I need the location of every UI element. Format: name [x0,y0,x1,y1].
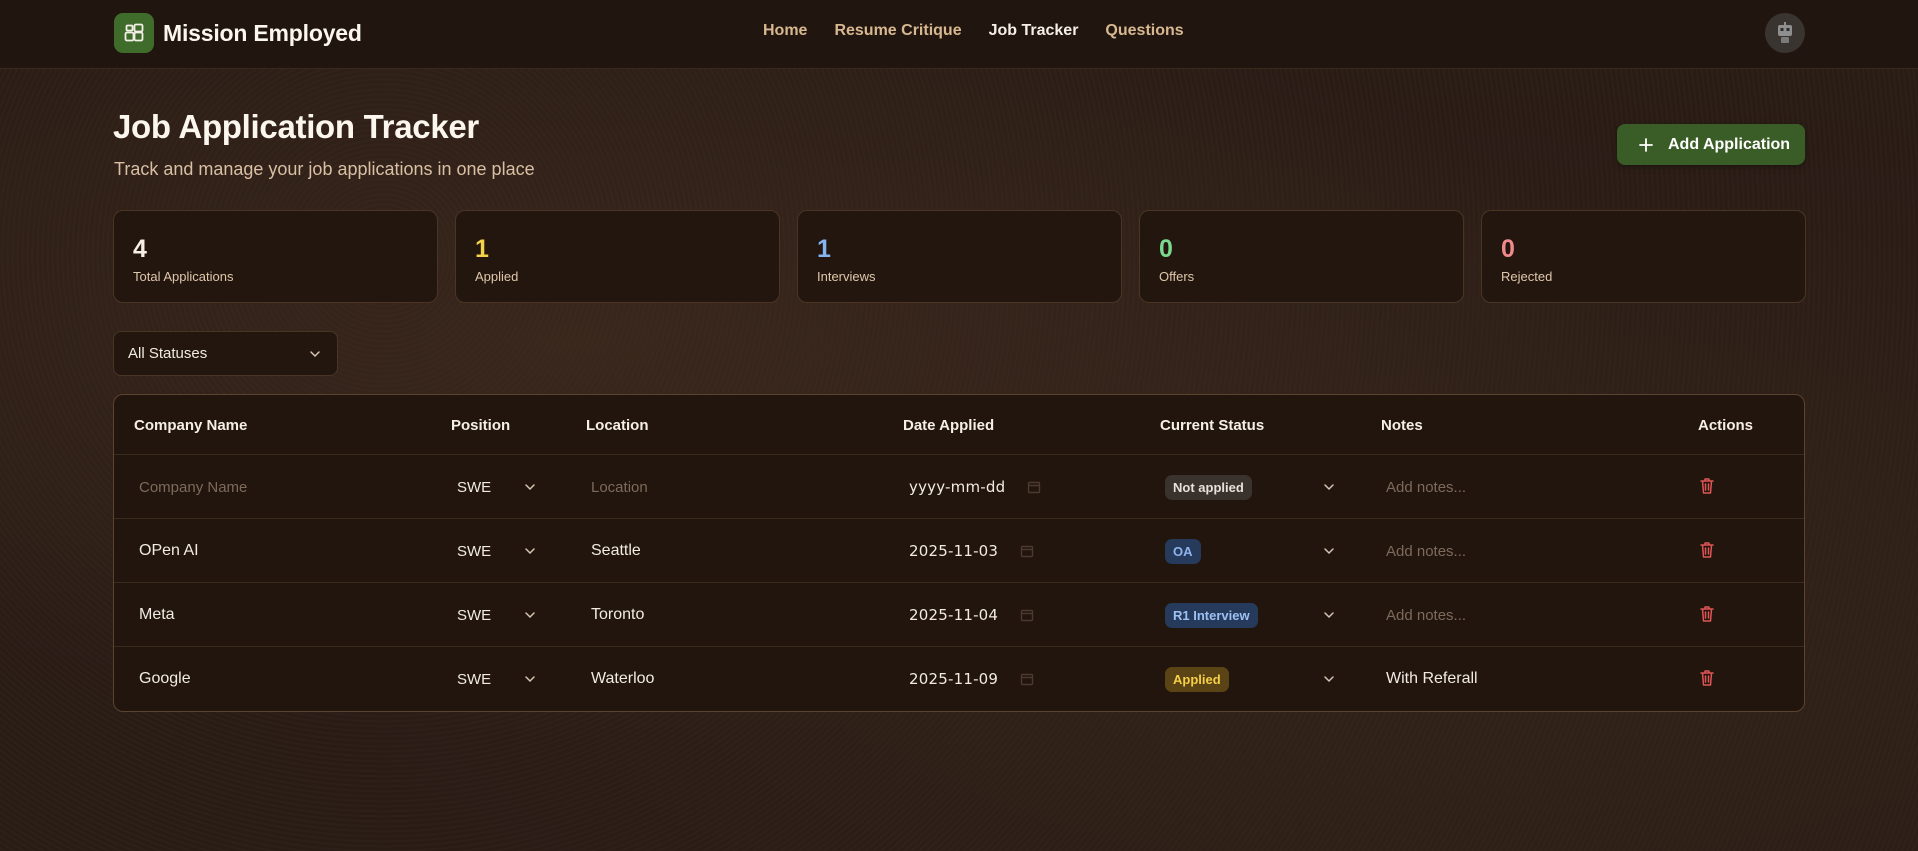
table-row: Company Name SWE Location yyyy-mm-dd Not… [114,454,1804,519]
robot-icon [1778,22,1792,43]
date-value: 2025-11-09 [909,670,999,688]
calendar-icon[interactable] [1027,480,1041,494]
position-value: SWE [457,606,492,624]
chevron-down-icon [1324,676,1334,683]
date-applied-input[interactable]: 2025-11-04 [909,583,1034,647]
status-select[interactable]: OA [1165,519,1334,583]
nav-questions[interactable]: Questions [1105,22,1183,40]
position-select[interactable]: SWE [457,455,536,519]
date-applied-input[interactable]: 2025-11-09 [909,647,1034,711]
chevron-down-icon [525,676,535,683]
status-select[interactable]: R1 Interview [1165,583,1334,647]
column-header-notes: Notes [1381,417,1423,434]
trash-icon[interactable] [1699,669,1715,687]
status-select[interactable]: Not applied [1165,455,1334,519]
stat-label: Total Applications [133,269,234,284]
status-badge: R1 Interview [1165,602,1258,628]
top-navbar: Mission Employed Home Resume Critique Jo… [0,0,1918,69]
status-select[interactable]: Applied [1165,647,1334,711]
status-badge: Applied [1165,666,1229,692]
brand[interactable]: Mission Employed [114,13,362,53]
page-title: Job Application Tracker [113,108,479,145]
calendar-icon[interactable] [1020,544,1034,558]
column-header-date: Date Applied [903,417,995,434]
stat-value: 4 [133,235,147,263]
stat-card-rejected: 0 Rejected [1481,210,1806,303]
stat-card-applied: 1 Applied [455,210,780,303]
calendar-icon[interactable] [1020,672,1034,686]
column-header-actions: Actions [1698,417,1754,434]
position-select[interactable]: SWE [457,519,536,583]
column-header-company: Company Name [134,417,248,434]
chevron-down-icon [525,548,535,555]
nav-job-tracker[interactable]: Job Tracker [989,22,1079,40]
position-select[interactable]: SWE [457,583,536,647]
company-name-input[interactable]: OPen AI [139,519,199,583]
nav-resume-critique[interactable]: Resume Critique [834,22,961,40]
position-value: SWE [457,670,492,688]
location-input[interactable]: Toronto [591,583,644,647]
status-filter-select[interactable]: All Statuses [113,331,338,376]
stat-value: 1 [817,235,831,263]
stat-label: Applied [475,269,519,284]
date-value: 2025-11-04 [909,606,999,624]
table-row: Google SWE Waterloo 2025-11-09 Applied W… [114,646,1804,711]
notes-input[interactable]: Add notes... [1386,455,1466,519]
date-applied-input[interactable]: yyyy-mm-dd [909,455,1041,519]
chevron-down-icon [1324,612,1334,619]
stat-label: Rejected [1501,269,1553,284]
avatar[interactable] [1765,13,1805,53]
add-application-button[interactable]: Add Application [1617,124,1805,165]
page-subtitle: Track and manage your job applications i… [114,159,535,179]
notes-input[interactable]: Add notes... [1386,519,1466,583]
date-value: yyyy-mm-dd [909,478,1006,496]
table-row: Meta SWE Toronto 2025-11-04 R1 Interview… [114,582,1804,647]
column-header-location: Location [586,417,649,434]
position-select[interactable]: SWE [457,647,536,711]
calendar-icon[interactable] [1020,608,1034,622]
date-value: 2025-11-03 [909,542,999,560]
dashboard-icon [114,13,154,53]
main-nav: Home Resume Critique Job Tracker Questio… [763,22,1184,40]
location-input[interactable]: Location [591,455,648,519]
status-badge: Not applied [1165,474,1252,500]
table-row: OPen AI SWE Seattle 2025-11-03 OA Add no… [114,518,1804,583]
company-name-input[interactable]: Meta [139,583,175,647]
add-application-label: Add Application [1668,135,1791,153]
stat-label: Interviews [817,269,876,284]
location-input[interactable]: Seattle [591,519,641,583]
stat-card-interviews: 1 Interviews [797,210,1122,303]
stat-value: 0 [1159,235,1173,263]
position-value: SWE [457,478,492,496]
location-input[interactable]: Waterloo [591,647,654,711]
applications-table: Company Name Position Location Date Appl… [113,394,1805,712]
chevron-down-icon [310,351,320,358]
chevron-down-icon [525,484,535,491]
position-value: SWE [457,542,492,560]
chevron-down-icon [525,612,535,619]
chevron-down-icon [1324,484,1334,491]
stat-value: 1 [475,235,489,263]
notes-input[interactable]: Add notes... [1386,583,1466,647]
company-name-input[interactable]: Company Name [139,455,247,519]
notes-input[interactable]: With Referall [1386,647,1478,711]
plus-icon [1639,137,1653,152]
date-applied-input[interactable]: 2025-11-03 [909,519,1034,583]
stat-label: Offers [1159,269,1195,284]
trash-icon[interactable] [1699,477,1715,495]
brand-name: Mission Employed [163,19,362,46]
nav-home[interactable]: Home [763,22,807,40]
chevron-down-icon [1324,548,1334,555]
stat-value: 0 [1501,235,1515,263]
trash-icon[interactable] [1699,541,1715,559]
status-filter-value: All Statuses [128,345,208,362]
trash-icon[interactable] [1699,605,1715,623]
company-name-input[interactable]: Google [139,647,191,711]
column-header-status: Current Status [1160,417,1265,434]
stat-card-total: 4 Total Applications [113,210,438,303]
stat-card-offers: 0 Offers [1139,210,1464,303]
column-header-position: Position [451,417,511,434]
status-badge: OA [1165,538,1201,564]
